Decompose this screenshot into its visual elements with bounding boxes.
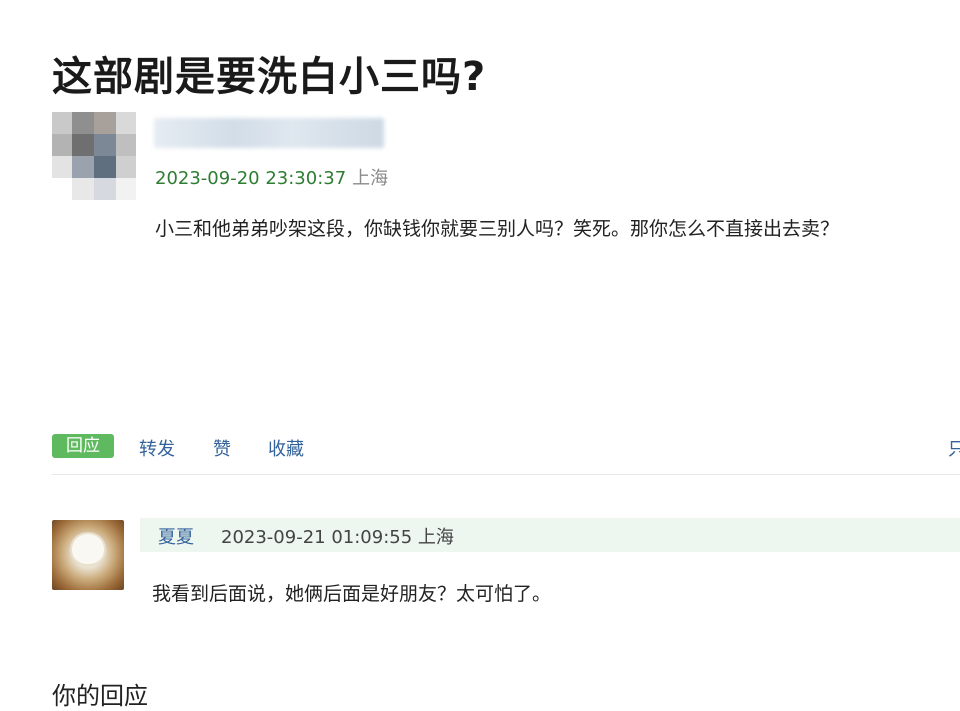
comment-meta: 2023-09-21 01:09:55 上海 xyxy=(221,523,454,549)
comment-author[interactable]: 夏夏 xyxy=(158,523,194,549)
comment-timestamp: 2023-09-21 01:09:55 xyxy=(221,527,413,548)
comment-location: 上海 xyxy=(417,527,454,548)
only-link[interactable]: 只 xyxy=(948,435,960,461)
author-name-blurred[interactable] xyxy=(154,118,384,148)
comment-header: 夏夏 2023-09-21 01:09:55 上海 xyxy=(140,518,960,552)
post-location: 上海 xyxy=(352,168,389,189)
latte-art-icon xyxy=(72,534,104,564)
divider xyxy=(52,474,960,475)
post-action-bar: 回应 转发 赞 收藏 只 xyxy=(52,434,960,460)
comment-body: 我看到后面说，她俩后面是好朋友？太可怕了。 xyxy=(152,583,552,605)
post-timestamp: 2023-09-20 23:30:37 xyxy=(155,168,347,189)
like-link[interactable]: 赞 xyxy=(213,435,231,461)
post-title: 这部剧是要洗白小三吗? xyxy=(52,54,487,100)
repost-link[interactable]: 转发 xyxy=(139,435,175,461)
post-body: 小三和他弟弟吵架这段，你缺钱你就要三别人吗？笑死。那你怎么不直接出去卖？ xyxy=(155,218,840,240)
comment-avatar[interactable] xyxy=(52,520,124,590)
reply-button[interactable]: 回应 xyxy=(52,434,114,458)
collect-link[interactable]: 收藏 xyxy=(268,435,304,461)
author-avatar[interactable] xyxy=(52,112,136,200)
post-meta: 2023-09-20 23:30:37 上海 xyxy=(155,164,388,190)
your-reply-heading: 你的回应 xyxy=(52,682,148,710)
